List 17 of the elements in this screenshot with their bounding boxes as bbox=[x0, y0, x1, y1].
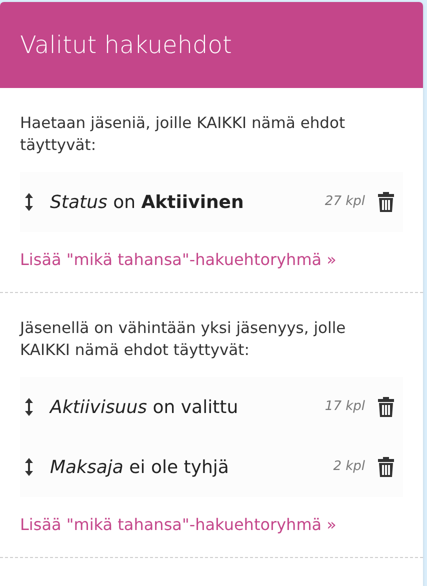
panel-title: Valitut hakuehdot bbox=[20, 30, 232, 61]
condition-text: Maksaja ei ole tyhjä bbox=[50, 456, 230, 480]
condition-text: Aktiivisuus on valittu bbox=[50, 396, 240, 420]
trash-icon[interactable] bbox=[377, 396, 395, 418]
sort-arrows-icon[interactable] bbox=[24, 457, 34, 477]
group-description: Haetaan jäseniä, joille KAIKKI nämä ehdot täyttyvät: bbox=[20, 113, 346, 156]
trash-icon[interactable] bbox=[377, 191, 395, 213]
condition-text: Status on Aktiivinen bbox=[50, 190, 245, 214]
sort-arrows-icon[interactable] bbox=[24, 397, 34, 417]
sort-arrows-icon[interactable] bbox=[24, 192, 34, 212]
match-count: 2 kpl bbox=[333, 458, 365, 476]
trash-icon[interactable] bbox=[377, 456, 395, 478]
add-group-link[interactable]: Lisää "mikä tahansa"-hakuehtoryhmä » bbox=[20, 248, 336, 272]
add-group-link[interactable]: Lisää "mikä tahansa"-hakuehtoryhmä » bbox=[20, 513, 336, 537]
group-description: Jäsenellä on vähintään yksi jäsenyys, jolle KAIKKI nämä ehdot täyttyvät: bbox=[20, 318, 347, 361]
match-count: 27 kpl bbox=[324, 193, 365, 212]
match-count: 17 kpl bbox=[324, 398, 365, 416]
